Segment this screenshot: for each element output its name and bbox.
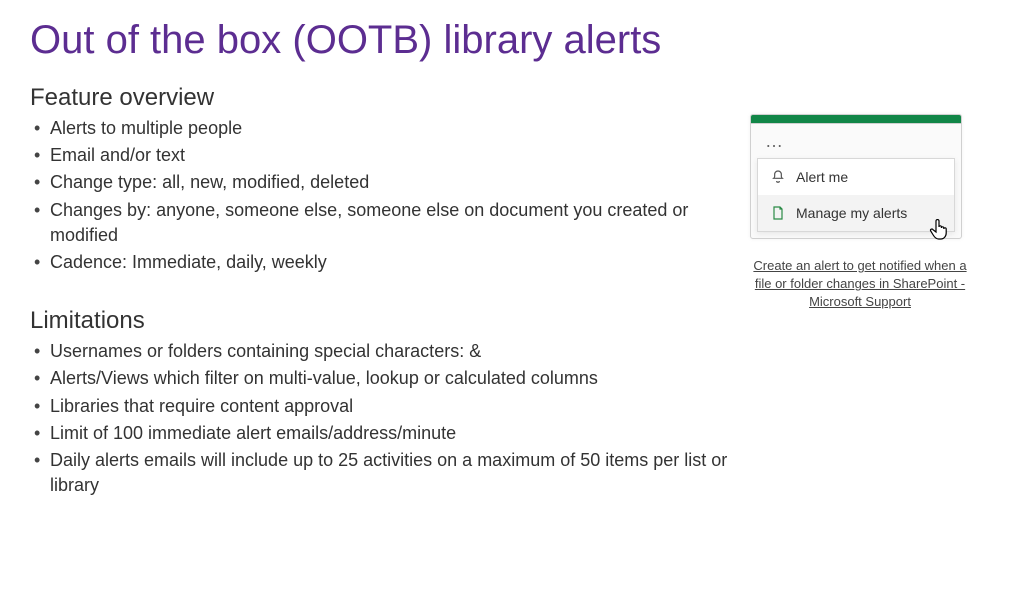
section-feature-overview: Feature overview Alerts to multiple peop… bbox=[30, 84, 730, 275]
list-item: Libraries that require content approval bbox=[30, 394, 730, 419]
list-item: Daily alerts emails will include up to 2… bbox=[30, 448, 730, 498]
left-column: Feature overview Alerts to multiple peop… bbox=[30, 84, 730, 530]
slide: Out of the box (OOTB) library alerts Fea… bbox=[0, 0, 1023, 590]
limitations-heading: Limitations bbox=[30, 307, 730, 335]
menu-top-accent-bar bbox=[751, 115, 961, 124]
list-item: Cadence: Immediate, daily, weekly bbox=[30, 250, 730, 275]
right-column: … Alert me Manage my a bbox=[730, 84, 980, 530]
menu-popup: Alert me Manage my alerts bbox=[757, 158, 955, 232]
section-limitations: Limitations Usernames or folders contain… bbox=[30, 307, 730, 498]
menu-item-label: Manage my alerts bbox=[796, 205, 907, 221]
overview-heading: Feature overview bbox=[30, 84, 730, 112]
slide-title: Out of the box (OOTB) library alerts bbox=[30, 18, 993, 62]
list-item: Change type: all, new, modified, deleted bbox=[30, 170, 730, 195]
menu-item-label: Alert me bbox=[796, 169, 848, 185]
menu-item-alert-me[interactable]: Alert me bbox=[758, 159, 954, 195]
content-columns: Feature overview Alerts to multiple peop… bbox=[30, 84, 993, 530]
menu-item-manage-alerts[interactable]: Manage my alerts bbox=[758, 195, 954, 231]
list-item: Usernames or folders containing special … bbox=[30, 339, 730, 364]
overview-list: Alerts to multiple people Email and/or t… bbox=[30, 116, 730, 275]
sharepoint-menu-screenshot: … Alert me Manage my a bbox=[750, 114, 962, 239]
bell-icon bbox=[770, 169, 786, 185]
limitations-list: Usernames or folders containing special … bbox=[30, 339, 730, 498]
list-item: Limit of 100 immediate alert emails/addr… bbox=[30, 421, 730, 446]
list-item: Alerts to multiple people bbox=[30, 116, 730, 141]
list-item: Changes by: anyone, someone else, someon… bbox=[30, 198, 730, 248]
ellipsis-button[interactable]: … bbox=[751, 124, 961, 158]
list-item: Alerts/Views which filter on multi-value… bbox=[30, 366, 730, 391]
list-item: Email and/or text bbox=[30, 143, 730, 168]
support-link[interactable]: Create an alert to get notified when a f… bbox=[750, 257, 970, 312]
note-icon bbox=[770, 205, 786, 221]
